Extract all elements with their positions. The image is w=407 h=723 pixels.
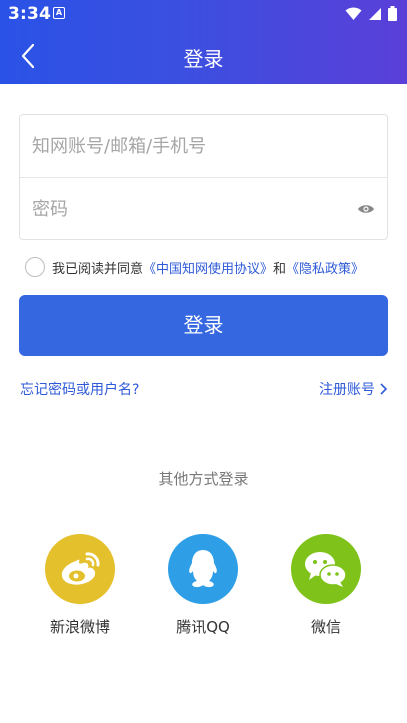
agreement-checkbox[interactable] bbox=[25, 257, 45, 277]
register-link[interactable]: 注册账号 bbox=[319, 379, 388, 399]
chevron-right-icon bbox=[380, 383, 388, 395]
wechat-login-button[interactable]: 微信 bbox=[281, 534, 371, 637]
wechat-label: 微信 bbox=[310, 618, 341, 636]
agreement-prefix: 我已阅读并同意 bbox=[52, 261, 144, 277]
nav-bar: 登录 bbox=[0, 28, 407, 84]
register-label: 注册账号 bbox=[319, 382, 375, 398]
privacy-link[interactable]: 《隐私政策》 bbox=[286, 258, 364, 277]
notification-badge: A bbox=[53, 7, 65, 19]
eye-icon[interactable] bbox=[357, 200, 375, 218]
wifi-icon bbox=[345, 6, 362, 20]
other-login-heading: 其他方式登录 bbox=[158, 470, 249, 488]
login-form bbox=[19, 114, 388, 240]
agreement-row: 我已阅读并同意 《中国知网使用协议》 和 《隐私政策》 bbox=[25, 256, 364, 278]
account-field bbox=[20, 115, 387, 177]
qq-label: 腾讯QQ bbox=[176, 618, 230, 636]
wechat-icon bbox=[291, 534, 361, 604]
weibo-login-button[interactable]: 新浪微博 bbox=[35, 534, 125, 637]
signal-icon bbox=[369, 7, 381, 20]
status-icons bbox=[345, 6, 397, 21]
agreement-conjunction: 和 bbox=[273, 261, 287, 277]
status-bar: 3:34 A bbox=[0, 0, 407, 28]
weibo-label: 新浪微博 bbox=[49, 618, 110, 636]
login-button[interactable]: 登录 bbox=[19, 295, 388, 356]
app-header: 3:34 A 登录 bbox=[0, 0, 407, 84]
page-title: 登录 bbox=[183, 47, 224, 71]
status-time: 3:34 bbox=[8, 4, 52, 24]
forgot-password-link[interactable]: 忘记密码或用户名? bbox=[20, 379, 139, 399]
terms-link[interactable]: 《中国知网使用协议》 bbox=[143, 258, 273, 277]
qq-icon bbox=[168, 534, 238, 604]
password-field bbox=[20, 177, 387, 240]
qq-login-button[interactable]: 腾讯QQ bbox=[158, 534, 248, 637]
battery-icon bbox=[388, 6, 397, 21]
password-input[interactable] bbox=[32, 178, 352, 240]
weibo-icon bbox=[45, 534, 115, 604]
account-input[interactable] bbox=[32, 115, 352, 177]
